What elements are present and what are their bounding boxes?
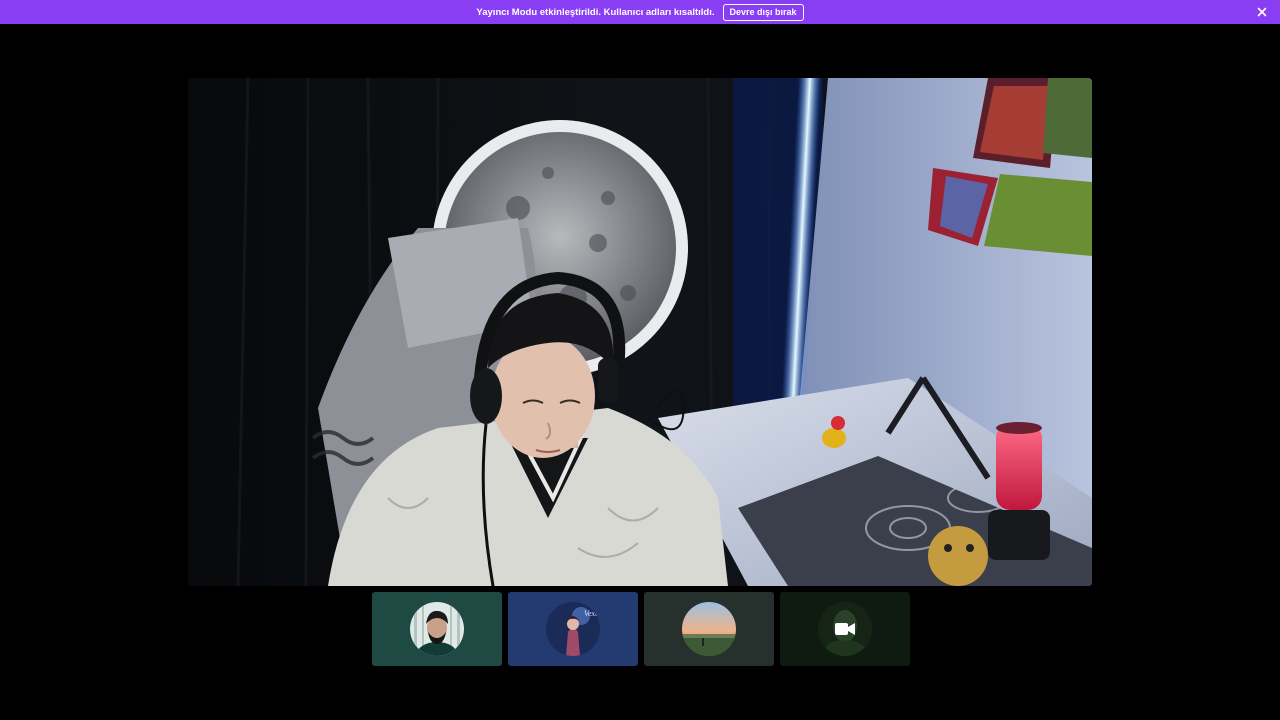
participant-tile[interactable] bbox=[644, 592, 774, 666]
close-icon[interactable] bbox=[1254, 4, 1270, 20]
participant-avatar-dim bbox=[818, 602, 872, 656]
webcam-video-frame bbox=[188, 78, 1092, 586]
streamer-mode-banner: Yayıncı Modu etkinleştirildi. Kullanıcı … bbox=[0, 0, 1280, 24]
avatar-signature-text: Vexan bbox=[584, 609, 600, 618]
streamer-mode-message: Yayıncı Modu etkinleştirildi. Kullanıcı … bbox=[476, 6, 715, 18]
disable-streamer-mode-button[interactable]: Devre dışı bırak bbox=[722, 3, 804, 21]
sunset-landscape-avatar bbox=[682, 602, 736, 656]
participant-strip: Vexan bbox=[372, 592, 910, 666]
camera-icon bbox=[835, 621, 855, 642]
main-video-stream[interactable] bbox=[188, 78, 1092, 586]
participant-tile[interactable]: Vexan bbox=[508, 592, 638, 666]
bearded-man-avatar bbox=[410, 602, 464, 656]
vexan-character-avatar: Vexan bbox=[546, 602, 600, 656]
participant-tile[interactable] bbox=[780, 592, 910, 666]
participant-tile[interactable] bbox=[372, 592, 502, 666]
